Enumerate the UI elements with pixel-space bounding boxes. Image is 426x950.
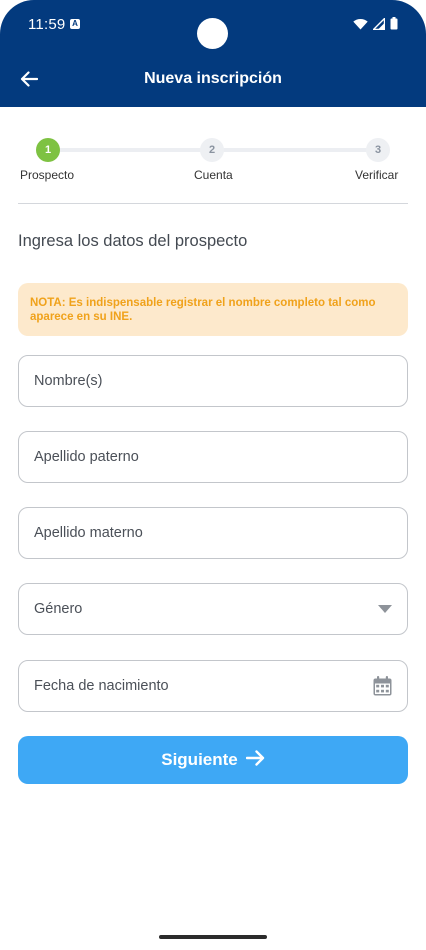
paternal-surname-placeholder: Apellido paterno bbox=[34, 449, 139, 465]
battery-icon bbox=[390, 17, 398, 30]
first-name-placeholder: Nombre(s) bbox=[34, 373, 103, 389]
gender-select[interactable]: Género bbox=[18, 583, 408, 635]
calendar-icon[interactable] bbox=[373, 676, 392, 696]
home-indicator[interactable] bbox=[159, 935, 267, 939]
camera-cutout bbox=[197, 18, 228, 49]
step-2-label: Cuenta bbox=[194, 168, 233, 182]
birth-date-placeholder: Fecha de nacimiento bbox=[34, 678, 169, 694]
wifi-icon bbox=[353, 18, 368, 30]
step-2-circle[interactable]: 2 bbox=[200, 138, 224, 162]
step-3-label: Verificar bbox=[355, 168, 399, 182]
status-icons bbox=[353, 17, 398, 30]
status-time: 11:59 bbox=[28, 16, 66, 33]
app-bar: Nueva inscripción bbox=[0, 60, 426, 100]
next-button[interactable]: Siguiente bbox=[18, 736, 408, 784]
gender-placeholder: Género bbox=[34, 601, 83, 617]
divider bbox=[18, 203, 408, 204]
stepper: 1 2 3 Prospecto Cuenta Verificar bbox=[0, 138, 426, 188]
notification-a-icon: A bbox=[70, 19, 80, 29]
arrow-right-icon bbox=[245, 749, 265, 771]
form-title: Ingresa los datos del prospecto bbox=[18, 232, 248, 250]
step-1-label: Prospecto bbox=[20, 168, 75, 182]
dropdown-triangle-icon[interactable] bbox=[378, 605, 392, 613]
maternal-surname-field[interactable]: Apellido materno bbox=[18, 507, 408, 559]
page-title: Nueva inscripción bbox=[144, 70, 282, 87]
next-button-label: Siguiente bbox=[161, 750, 238, 769]
paternal-surname-field[interactable]: Apellido paterno bbox=[18, 431, 408, 483]
stepper-line-1 bbox=[48, 148, 224, 152]
step-3-circle[interactable]: 3 bbox=[366, 138, 390, 162]
step-1-circle[interactable]: 1 bbox=[36, 138, 60, 162]
stepper-line-2 bbox=[212, 148, 378, 152]
first-name-field[interactable]: Nombre(s) bbox=[18, 355, 408, 407]
birth-date-field[interactable]: Fecha de nacimiento bbox=[18, 660, 408, 712]
note-banner: NOTA: Es indispensable registrar el nomb… bbox=[18, 283, 408, 336]
status-bar: 11:59 A bbox=[0, 0, 426, 52]
maternal-surname-placeholder: Apellido materno bbox=[34, 525, 143, 541]
app-header: 11:59 A Nueva inscripción bbox=[0, 0, 426, 107]
signal-icon bbox=[373, 17, 385, 30]
